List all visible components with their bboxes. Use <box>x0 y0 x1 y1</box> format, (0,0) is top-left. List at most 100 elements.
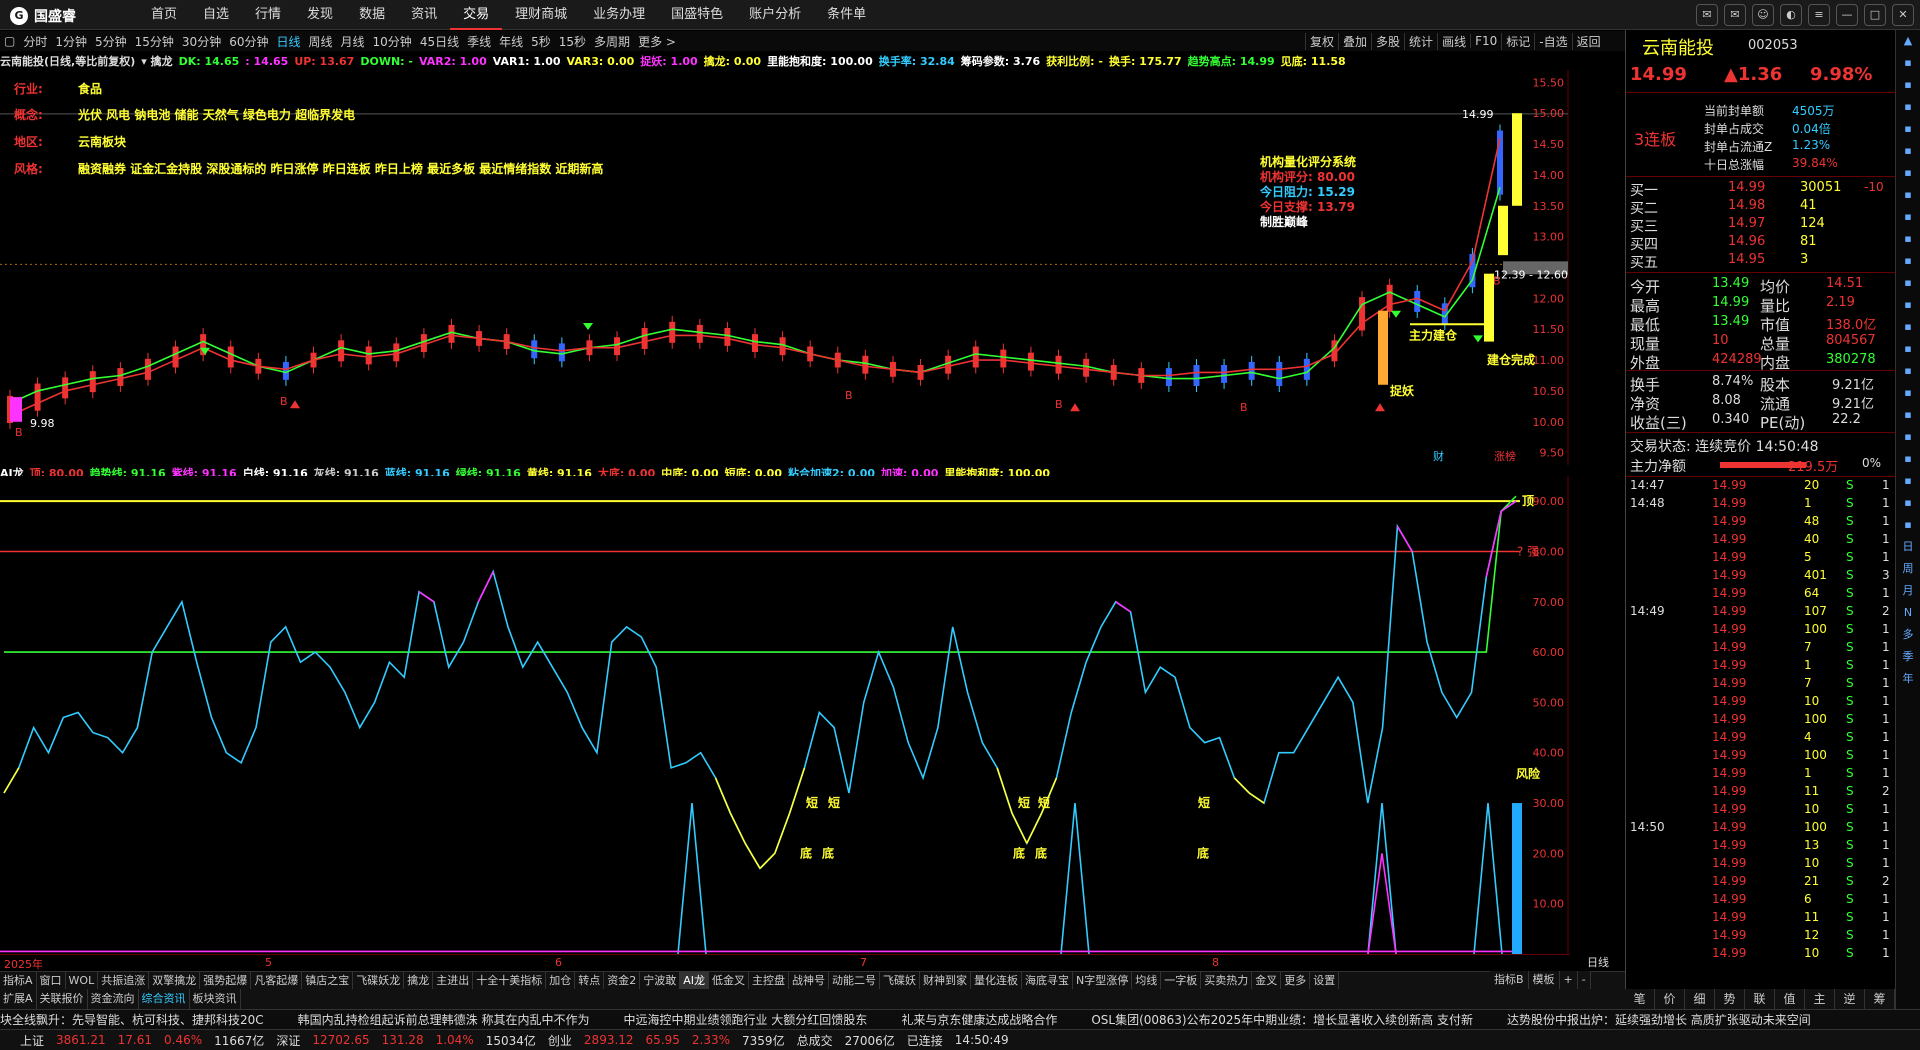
menu-item[interactable]: 发现 <box>294 0 346 30</box>
indicator-tab[interactable]: 资金2 <box>604 972 641 989</box>
period-tab[interactable]: 日线 <box>272 33 304 50</box>
indicator-tab[interactable]: 共振追涨 <box>98 972 150 989</box>
indicator-tab[interactable]: 买卖热力 <box>1201 972 1253 989</box>
tool-icon[interactable]: ▪ <box>1896 492 1920 514</box>
period-tab[interactable]: 30分钟 <box>178 33 225 50</box>
period-tab[interactable]: 15秒 <box>555 33 590 50</box>
indicator-tab[interactable]: 强势起爆 <box>200 972 252 989</box>
indicator-tab[interactable]: 宁波敢 <box>640 972 681 989</box>
tool-icon[interactable]: ▪ <box>1896 360 1920 382</box>
toolbar-button[interactable]: 画线 <box>1437 32 1470 50</box>
news-item[interactable]: 礼来与京东健康达成战略合作 <box>901 1013 1057 1027</box>
indicator-tab[interactable]: 主进出 <box>433 972 474 989</box>
app-logo[interactable]: G 国盛睿 <box>10 6 76 26</box>
sidebar-period[interactable]: 多 <box>1896 624 1920 646</box>
kline-chart[interactable]: 15.5015.0014.5014.0013.5013.0012.5012.00… <box>0 70 1570 465</box>
news-item[interactable]: OSL集团(00863)公布2025年中期业绩：增长显著收入续创新高 支付新 <box>1091 1013 1473 1027</box>
period-tab[interactable]: 5秒 <box>527 33 555 50</box>
indicator-tab[interactable]: N字型涨停 <box>1073 972 1133 989</box>
period-tab[interactable]: 45日线 <box>416 33 463 50</box>
menu-item[interactable]: 资讯 <box>398 0 450 30</box>
indicator-tab[interactable]: 更多 <box>1281 972 1311 989</box>
tool-icon[interactable]: ▪ <box>1896 272 1920 294</box>
period-tab[interactable]: 5分钟 <box>91 33 131 50</box>
indicator-tab[interactable]: 飞碟妖龙 <box>353 972 405 989</box>
quote-tab[interactable]: 价 <box>1655 989 1685 1009</box>
indicator-tab[interactable]: 窗口 <box>37 972 66 989</box>
info-tab[interactable]: 综合资讯 <box>139 989 190 1009</box>
menu-item[interactable]: 自选 <box>190 0 242 30</box>
quote-tab[interactable]: 逆 <box>1835 989 1865 1009</box>
tool-icon[interactable]: ▪ <box>1896 382 1920 404</box>
menu-item[interactable]: 账户分析 <box>736 0 814 30</box>
indicator-tab[interactable]: 一字板 <box>1161 972 1202 989</box>
sidebar-period[interactable]: 日 <box>1896 536 1920 558</box>
news-item[interactable]: 中远海控中期业绩领跑行业 大额分红回馈股东 <box>623 1013 867 1027</box>
period-tab[interactable]: 分时 <box>19 33 51 50</box>
tool-icon[interactable]: ▪ <box>1896 404 1920 426</box>
indicator-tab[interactable]: WOL <box>66 972 99 989</box>
tool-icon[interactable]: ▪ <box>1896 514 1920 536</box>
quote-tab[interactable]: 细 <box>1685 989 1715 1009</box>
indicator-tab[interactable]: 十全十美指标 <box>473 972 547 989</box>
indicator-tab[interactable]: 动能二号 <box>829 972 880 989</box>
toolbar-button[interactable]: 叠加 <box>1338 32 1371 50</box>
toolbar-button[interactable]: -自选 <box>1534 32 1571 50</box>
info-tab[interactable]: 关联报价 <box>37 989 88 1009</box>
quote-tab[interactable]: 笔 <box>1625 989 1655 1009</box>
indicator-tab[interactable]: 均线 <box>1132 972 1162 989</box>
tool-icon[interactable]: ▪ <box>1896 74 1920 96</box>
tool-icon[interactable]: ▪ <box>1896 470 1920 492</box>
indicator-tab[interactable]: 金叉 <box>1252 972 1282 989</box>
quote-tab[interactable]: 筹 <box>1865 989 1895 1009</box>
tool-icon[interactable]: ▪ <box>1896 250 1920 272</box>
menu-item[interactable]: 交易 <box>450 0 503 30</box>
maximize-icon[interactable]: □ <box>1864 4 1886 26</box>
period-tab[interactable]: 10分钟 <box>369 33 416 50</box>
user-icon[interactable]: ☺ <box>1752 4 1774 26</box>
quote-tab[interactable]: 势 <box>1715 989 1745 1009</box>
ai-dragon-chart[interactable]: 90.0080.0070.0060.0050.0040.0030.0020.00… <box>0 476 1570 954</box>
info-tab[interactable]: 资金流向 <box>88 989 139 1009</box>
menu-item[interactable]: 数据 <box>346 0 398 30</box>
sidebar-period[interactable]: 季 <box>1896 646 1920 668</box>
tool-icon[interactable]: ▪ <box>1896 228 1920 250</box>
chevron-up-icon[interactable]: ▲ <box>1896 30 1920 52</box>
info-tab[interactable]: 扩展A <box>0 989 37 1009</box>
chat-icon[interactable]: ✉ <box>1696 4 1718 26</box>
indicator-tab[interactable]: 财神到家 <box>920 972 971 989</box>
toolbar-button[interactable]: 复权 <box>1305 32 1338 50</box>
menu-item[interactable]: 首页 <box>138 0 190 30</box>
layout-icon[interactable]: ▢ <box>0 34 19 48</box>
sidebar-period[interactable]: 月 <box>1896 580 1920 602</box>
indicator-tab[interactable]: 加仓 <box>546 972 576 989</box>
toolbar-button[interactable]: 标记 <box>1501 32 1534 50</box>
tool-icon[interactable]: ▪ <box>1896 316 1920 338</box>
toolbar-button[interactable]: 返回 <box>1571 32 1605 50</box>
toolbar-button[interactable]: 多股 <box>1371 32 1404 50</box>
indicator-tab[interactable]: AI龙 <box>680 972 709 989</box>
sidebar-period[interactable]: N <box>1896 602 1920 624</box>
period-tab[interactable]: 15分钟 <box>131 33 178 50</box>
tool-icon[interactable]: ▪ <box>1896 96 1920 118</box>
tool-icon[interactable]: ▪ <box>1896 426 1920 448</box>
indicator-tab[interactable]: 战神号 <box>789 972 829 989</box>
quote-tab[interactable]: 联 <box>1745 989 1775 1009</box>
indicator-tab[interactable]: 双擎擒龙 <box>149 972 201 989</box>
info-tab[interactable]: 板块资讯 <box>190 989 241 1009</box>
sidebar-period[interactable]: 年 <box>1896 668 1920 690</box>
tool-icon[interactable]: ▪ <box>1896 338 1920 360</box>
indicator-tab[interactable]: 低金叉 <box>709 972 749 989</box>
period-tab[interactable]: 季线 <box>463 33 495 50</box>
period-tab[interactable]: 更多 > <box>634 33 680 50</box>
indicator-tab[interactable]: 量化连板 <box>971 972 1022 989</box>
toolbar-button[interactable]: F10 <box>1470 34 1501 48</box>
tool-icon[interactable]: ▪ <box>1896 448 1920 470</box>
tool-icon[interactable]: ▪ <box>1896 52 1920 74</box>
sidebar-period[interactable]: 周 <box>1896 558 1920 580</box>
indicator-tab[interactable]: 转点 <box>575 972 605 989</box>
period-tab[interactable]: 月线 <box>337 33 369 50</box>
news-item[interactable]: 块全线飘升：先导智能、杭可科技、捷邦科技20C <box>0 1013 264 1027</box>
tool-icon[interactable]: ▪ <box>1896 184 1920 206</box>
tool-icon[interactable]: ▪ <box>1896 206 1920 228</box>
